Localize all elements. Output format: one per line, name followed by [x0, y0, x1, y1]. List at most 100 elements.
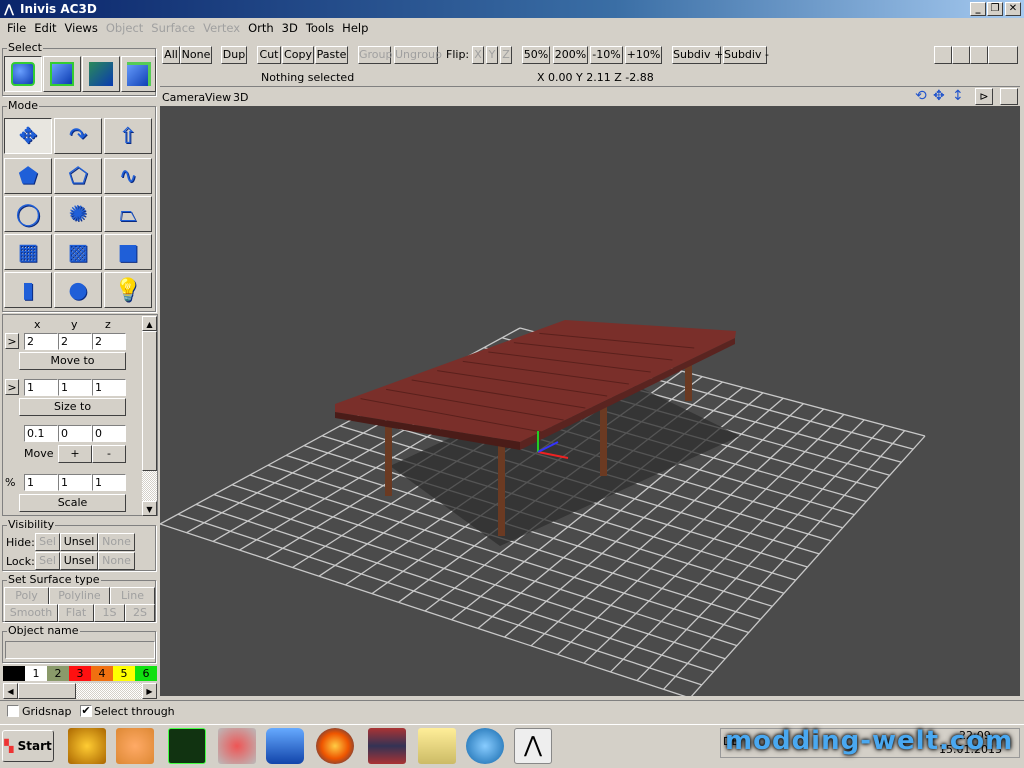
menu-vertex[interactable]: Vertex — [199, 21, 244, 35]
zoom-view-icon[interactable]: ↕ — [952, 88, 964, 104]
lock-none-button[interactable]: None — [98, 552, 135, 570]
winrar-icon[interactable] — [368, 728, 406, 764]
lock-sel-button[interactable]: Sel — [35, 552, 60, 570]
media-player-icon[interactable] — [116, 728, 154, 764]
menu-edit[interactable]: Edit — [30, 21, 60, 35]
scale-y-input[interactable]: 1 — [58, 474, 92, 491]
step-z-input[interactable]: 0 — [92, 425, 126, 442]
scroll-up-button[interactable]: ▲ — [142, 316, 157, 331]
mode-polygon-button[interactable]: ⬟ — [4, 158, 52, 194]
flip-x-button[interactable]: X — [472, 46, 484, 64]
palette-color-0[interactable] — [3, 666, 25, 681]
zoom-minus10-button[interactable]: -10% — [590, 46, 623, 64]
transform-scrollbar[interactable]: ▲ ▼ — [142, 316, 157, 516]
zoom-200-button[interactable]: 200% — [553, 46, 588, 64]
google-earth-icon[interactable] — [466, 728, 504, 764]
palette-color-4[interactable]: 4 — [91, 666, 113, 681]
start-button[interactable]: ▚ Start — [2, 730, 54, 762]
viewport-menu-camera[interactable]: Camera — [162, 91, 205, 104]
select-surface-button[interactable] — [43, 56, 81, 92]
menu-orth[interactable]: Orth — [244, 21, 278, 35]
mode-grid-button[interactable]: ▦ — [4, 234, 52, 270]
zoom-plus10-button[interactable]: +10% — [625, 46, 662, 64]
scale-z-input[interactable]: 1 — [92, 474, 126, 491]
lock-unsel-button[interactable]: Unsel — [60, 552, 98, 570]
gridsnap-checkbox[interactable] — [7, 705, 19, 717]
surface-line-button[interactable]: Line — [110, 587, 155, 605]
taskbar-app-icon-4[interactable] — [218, 728, 256, 764]
size-expand-button[interactable]: > — [5, 379, 19, 395]
firefox-icon[interactable] — [316, 728, 354, 764]
move-minus-button[interactable]: - — [92, 445, 126, 463]
surface-flat-button[interactable]: Flat — [58, 604, 94, 622]
scroll-thumb[interactable] — [142, 331, 157, 471]
select-through-checkbox[interactable]: ✔ — [80, 705, 92, 717]
mode-circle-button[interactable]: ◯ — [4, 196, 52, 232]
flip-y-button[interactable]: Y — [486, 46, 498, 64]
explorer-icon[interactable] — [418, 728, 456, 764]
position-expand-button[interactable]: > — [5, 333, 19, 349]
copy-button[interactable]: Copy — [282, 46, 314, 64]
palette-scrollbar[interactable]: ◀ ▶ — [3, 683, 157, 699]
menu-3d[interactable]: 3D — [278, 21, 302, 35]
scale-x-input[interactable]: 1 — [24, 474, 58, 491]
surface-smooth-button[interactable]: Smooth — [4, 604, 58, 622]
hide-sel-button[interactable]: Sel — [35, 533, 60, 551]
camera-icon[interactable]: ⊳ — [975, 88, 993, 105]
layout-quad-button[interactable] — [988, 46, 1018, 64]
scale-button[interactable]: Scale — [19, 494, 126, 512]
object-name-input[interactable] — [5, 641, 155, 659]
scroll-down-button[interactable]: ▼ — [142, 501, 157, 516]
cut-button[interactable]: Cut — [257, 46, 281, 64]
select-all-button[interactable]: All — [162, 46, 180, 64]
menu-file[interactable]: File — [3, 21, 30, 35]
surface-2s-button[interactable]: 2S — [125, 604, 155, 622]
palette-color-3[interactable]: 3 — [69, 666, 91, 681]
mode-rotate-button[interactable]: ↷ — [54, 118, 102, 154]
mode-cylinder-button[interactable]: ▮ — [4, 272, 52, 308]
scroll-left-button[interactable]: ◀ — [3, 683, 18, 699]
palette-color-2[interactable]: 2 — [47, 666, 69, 681]
menu-tools[interactable]: Tools — [302, 21, 338, 35]
maximize-view-button[interactable] — [1000, 88, 1018, 105]
mode-box-button[interactable]: ▩ — [54, 234, 102, 270]
layout-single-button[interactable] — [934, 46, 952, 64]
mode-sphere-button[interactable]: ● — [54, 272, 102, 308]
subdiv-plus-button[interactable]: Subdiv + — [672, 46, 723, 64]
palette-color-6[interactable]: 6 — [135, 666, 157, 681]
move-plus-button[interactable]: + — [58, 445, 92, 463]
layout-triple-button[interactable] — [970, 46, 988, 64]
position-x-input[interactable]: 2 — [24, 333, 58, 350]
taskbar-app-icon-1[interactable] — [68, 728, 106, 764]
move-to-button[interactable]: Move to — [19, 352, 126, 370]
minimize-button[interactable]: _ — [970, 2, 986, 16]
palette-color-5[interactable]: 5 — [113, 666, 135, 681]
3d-viewport[interactable] — [160, 106, 1020, 696]
surface-1s-button[interactable]: 1S — [94, 604, 125, 622]
group-button[interactable]: Group — [358, 46, 393, 64]
size-x-input[interactable]: 1 — [24, 379, 58, 396]
mode-plane-button[interactable]: ⏢ — [104, 196, 152, 232]
viewport-menu-view[interactable]: View — [205, 91, 231, 104]
size-z-input[interactable]: 1 — [92, 379, 126, 396]
size-y-input[interactable]: 1 — [58, 379, 92, 396]
menu-views[interactable]: Views — [61, 21, 102, 35]
ac3d-taskbar-icon[interactable]: ⋀ — [514, 728, 552, 764]
rotate-view-icon[interactable]: ⟲ — [915, 88, 927, 104]
zoom-50-button[interactable]: 50% — [522, 46, 550, 64]
close-button[interactable]: ✕ — [1005, 2, 1021, 16]
pan-view-icon[interactable]: ✥ — [933, 88, 945, 104]
menu-object[interactable]: Object — [102, 21, 147, 35]
step-y-input[interactable]: 0 — [58, 425, 92, 442]
position-z-input[interactable]: 2 — [92, 333, 126, 350]
monitor-app-icon[interactable] — [168, 728, 206, 764]
scroll-right-button[interactable]: ▶ — [142, 683, 157, 699]
step-x-input[interactable]: 0.1 — [24, 425, 58, 442]
duplicate-button[interactable]: Dup — [221, 46, 247, 64]
hide-unsel-button[interactable]: Unsel — [60, 533, 98, 551]
menu-help[interactable]: Help — [338, 21, 372, 35]
restore-button[interactable]: ❐ — [987, 2, 1003, 16]
flip-z-button[interactable]: Z — [500, 46, 512, 64]
select-vertex-button[interactable] — [121, 56, 156, 92]
select-none-button[interactable]: None — [180, 46, 212, 64]
